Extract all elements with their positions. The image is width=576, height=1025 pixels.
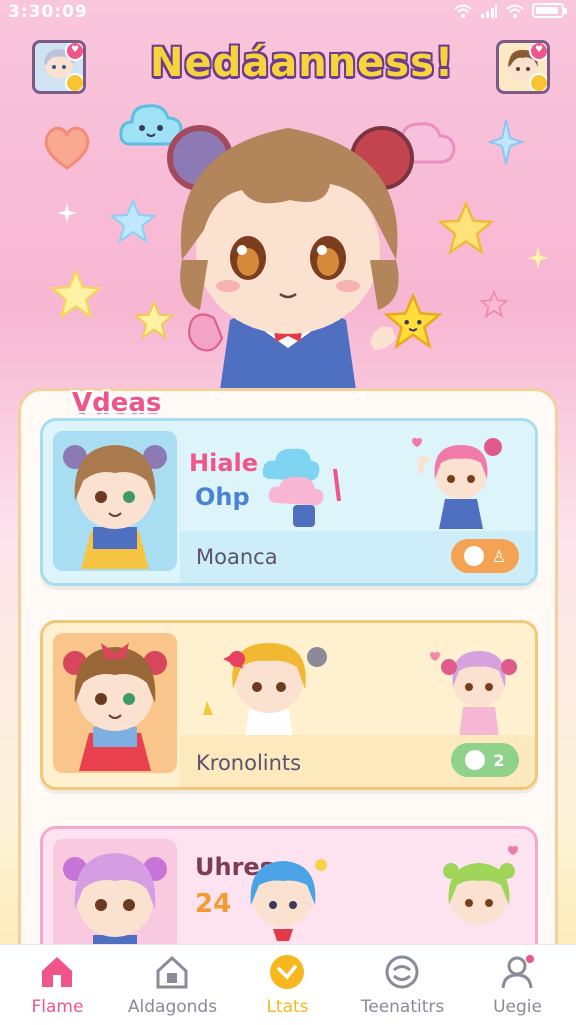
item-name: Kronolints — [196, 751, 302, 775]
tab-label: Flame — [31, 997, 84, 1017]
character-illustration — [63, 643, 167, 771]
coin-icon — [529, 73, 547, 91]
character-illustration — [63, 445, 167, 569]
home-icon — [42, 957, 72, 987]
list-item[interactable]: Hiale Ohp Moanca ♙ — [40, 418, 538, 586]
sparkle-icon — [527, 247, 549, 269]
tab-aldagonds[interactable]: Aldagonds — [115, 945, 230, 1025]
right-avatar-button[interactable]: ♥ — [496, 40, 550, 94]
item-subheading: 24 — [195, 889, 232, 919]
sparkle-icon — [57, 203, 77, 223]
item-subheading: Ohp — [195, 483, 250, 511]
status-bar: 3:30:09 — [0, 0, 576, 26]
item-thumbnail — [53, 431, 177, 571]
cloud-friends-illustration — [262, 448, 341, 527]
list-item[interactable]: Kronolints 2 — [40, 620, 538, 790]
item-thumbnail — [53, 633, 177, 773]
item-name: Moanca — [196, 545, 278, 569]
star-icon — [438, 200, 494, 256]
notification-badge: ♥ — [65, 43, 83, 61]
green-hair-character — [443, 845, 518, 925]
left-avatar-button[interactable]: ♥ — [32, 40, 86, 94]
blue-hair-character — [250, 859, 327, 941]
tab-home[interactable]: Flame — [0, 945, 115, 1025]
refresh-icon — [385, 955, 419, 989]
face-icon — [465, 750, 486, 770]
pink-hair-character — [412, 437, 502, 529]
house-icon — [156, 955, 188, 989]
app-title: Nedáanness! — [150, 40, 455, 86]
heart-icon — [44, 126, 90, 170]
item-count: 2 — [493, 750, 505, 770]
star-icon — [50, 268, 102, 320]
tab-teenatitrs[interactable]: Teenatitrs — [345, 945, 460, 1025]
coin-icon — [65, 73, 83, 91]
signal-icon — [481, 4, 497, 18]
lilac-hair-character — [430, 651, 517, 737]
hero-character-illustration — [167, 125, 414, 390]
profile-icon — [501, 955, 534, 989]
tab-label: Aldagonds — [127, 997, 218, 1017]
blonde-character-illustration — [203, 643, 327, 739]
tab-label: Ltats — [266, 997, 309, 1017]
section-title: Vdeas — [72, 388, 162, 418]
star-icon — [480, 290, 508, 318]
wifi-icon — [454, 4, 472, 18]
tab-ltats[interactable]: Ltats — [230, 945, 345, 1025]
notification-badge: ♥ — [529, 43, 547, 61]
tab-label: Uegie — [493, 997, 542, 1017]
battery-icon — [532, 3, 567, 18]
wifi-icon-2 — [506, 4, 524, 18]
face-icon — [463, 546, 484, 566]
item-count-button[interactable]: 2 — [451, 743, 519, 777]
bottom-tab-bar: Flame Aldagonds Ltats Teenatitrs Uegie — [0, 944, 576, 1025]
user-plus-icon: ♙ — [491, 546, 507, 566]
item-action-button[interactable]: ♙ — [451, 539, 519, 573]
item-heading: Hiale — [189, 449, 259, 477]
status-time: 3:30:09 — [8, 2, 88, 22]
status-icons — [454, 3, 567, 18]
sparkle-icon — [488, 119, 524, 165]
heart-badge-icon — [270, 955, 304, 989]
tab-uegie[interactable]: Uegie — [460, 945, 575, 1025]
tab-label: Teenatitrs — [360, 997, 445, 1017]
